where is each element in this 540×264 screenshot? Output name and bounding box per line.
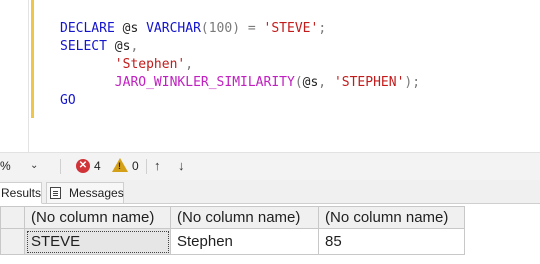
warning-icon-mark: ! (118, 161, 121, 171)
tab-results-label: Results (1, 186, 42, 200)
code-token: JARO_WINKLER_SIMILARITY (114, 75, 295, 90)
code-token: = (240, 21, 264, 36)
messages-icon (50, 187, 61, 199)
tab-results[interactable]: Results (0, 182, 42, 204)
down-arrow-icon[interactable]: ↓ (178, 157, 185, 175)
code-token: ; (318, 21, 327, 36)
sql-editor[interactable]: DECLARE @s VARCHAR(100) = 'STEVE'; SELECT… (0, 0, 540, 152)
select-all-corner[interactable] (0, 206, 25, 229)
column-header[interactable]: (No column name) (24, 206, 171, 229)
tab-messages-label: Messages (69, 186, 124, 200)
code-token: , (130, 39, 139, 54)
results-grid[interactable]: (No column name) (No column name) (No co… (0, 204, 540, 264)
up-arrow-icon[interactable]: ↑ (154, 157, 161, 175)
table-row: STEVE Stephen 85 (0, 228, 465, 255)
code-line[interactable]: 'Stephen', (60, 56, 420, 74)
code-token: ( (294, 75, 303, 90)
results-tabs: Results Messages (0, 180, 540, 204)
table-cell[interactable]: 85 (318, 228, 465, 255)
table-cell[interactable]: Stephen (170, 228, 319, 255)
gutter-divider (28, 0, 29, 152)
code-token: GO (60, 93, 76, 108)
chevron-down-icon[interactable]: ⌄ (30, 158, 38, 174)
code-line[interactable]: JARO_WINKLER_SIMILARITY(@s, 'STEPHEN'); (60, 74, 420, 92)
error-count[interactable]: 4 (94, 158, 101, 174)
code-token: VARCHAR (146, 21, 201, 36)
error-icon[interactable]: ✕ (76, 159, 90, 173)
header-row: (No column name) (No column name) (No co… (0, 206, 465, 229)
code-token: 'Stephen' (114, 57, 186, 72)
code-line[interactable]: DECLARE @s VARCHAR(100) = 'STEVE'; (60, 20, 420, 38)
divider (60, 159, 61, 174)
table-cell[interactable]: STEVE (24, 228, 171, 255)
column-header[interactable]: (No column name) (318, 206, 465, 229)
editor-status-strip: % ⌄ ✕ 4 ! 0 ↑ ↓ (0, 152, 540, 180)
code-token: SELECT (60, 39, 107, 54)
code-token: @s (114, 21, 147, 36)
code-token: @s (302, 75, 319, 90)
divider (146, 159, 147, 174)
code-token: @s (106, 39, 131, 54)
code-token: 'STEVE' (263, 21, 319, 36)
code-token: , (318, 75, 334, 90)
code-token: DECLARE (60, 21, 115, 36)
results-table: (No column name) (No column name) (No co… (0, 206, 465, 255)
warning-count[interactable]: 0 (132, 158, 139, 174)
code-token: ); (404, 75, 421, 90)
column-header[interactable]: (No column name) (170, 206, 319, 229)
code-token: (100) (200, 21, 241, 36)
code-line[interactable]: SELECT @s, (60, 38, 420, 56)
code-token: , (185, 57, 194, 72)
code-line[interactable]: GO (60, 92, 420, 110)
change-tracking-bar (31, 0, 34, 118)
tab-messages[interactable]: Messages (46, 182, 124, 204)
code-text[interactable]: DECLARE @s VARCHAR(100) = 'STEVE'; SELECT… (60, 20, 420, 110)
editor-gutter (28, 0, 38, 152)
row-header[interactable] (0, 228, 25, 255)
code-token: 'STEPHEN' (333, 75, 405, 90)
zoom-level[interactable]: % (0, 158, 11, 174)
